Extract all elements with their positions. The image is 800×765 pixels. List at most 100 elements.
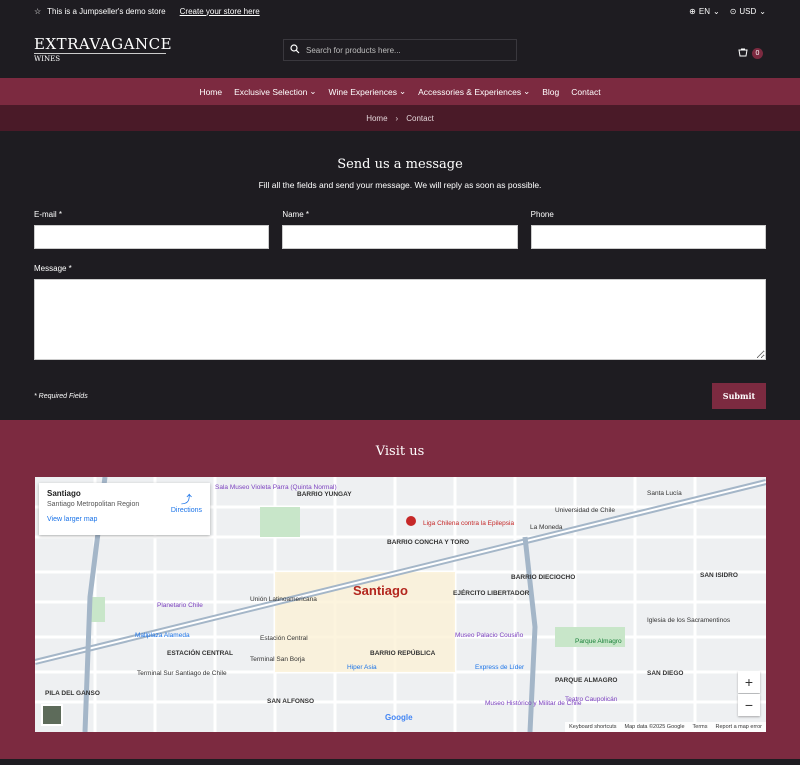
map-label: Planetario Chile <box>157 602 203 609</box>
keyboard-shortcuts-link[interactable]: Keyboard shortcuts <box>569 724 616 730</box>
map-label: Museo Palacio Cousiño <box>455 632 524 639</box>
cart-icon <box>738 44 748 62</box>
nav-label: Blog <box>542 86 560 97</box>
demo-notice: This is a Jumpseller's demo store <box>47 6 166 16</box>
breadcrumb-current: Contact <box>406 113 434 123</box>
map-label: Liga Chilena contra la Epilepsia <box>423 520 514 527</box>
chevron-down-icon: ⌄ <box>759 6 766 16</box>
map-label: BARRIO CONCHA Y TORO <box>387 539 469 546</box>
message-field[interactable] <box>34 279 766 360</box>
footer-strip <box>0 759 800 765</box>
create-store-link[interactable]: Create your store here <box>180 7 260 16</box>
top-bar: ☆ This is a Jumpseller's demo store Crea… <box>0 0 800 22</box>
required-note: * Required Fields <box>34 392 88 400</box>
map-label: Unión Latinoamericana <box>250 596 317 603</box>
directions-button[interactable]: ⤴ Directions <box>171 491 202 514</box>
map-label: Express de Líder <box>475 664 525 671</box>
main-nav: Home Exclusive Selection ⌄ Wine Experienc… <box>0 78 800 105</box>
chevron-down-icon: ⌄ <box>399 86 407 96</box>
chevron-down-icon: ⌄ <box>523 86 531 96</box>
map-label: Terminal San Borja <box>250 656 305 663</box>
map-info-card: Santiago Santiago Metropolitan Region Vi… <box>39 483 210 535</box>
phone-label: Phone <box>530 210 554 219</box>
map-label: Hiper Asia <box>347 664 377 671</box>
nav-label: Home <box>199 86 223 97</box>
map-label: La Moneda <box>530 524 563 531</box>
map-label: SAN DIEGO <box>647 670 683 677</box>
email-field[interactable] <box>34 225 270 249</box>
nav-item-exclusive-selection[interactable]: Exclusive Selection ⌄ <box>234 86 316 97</box>
logo-brand: EXTRAVAGANCE <box>34 35 173 53</box>
breadcrumb-home[interactable]: Home <box>366 114 387 123</box>
map-label: Museo Histórico y Militar de Chile <box>485 700 582 707</box>
search-icon[interactable] <box>290 41 300 59</box>
report-error-link[interactable]: Report a map error <box>716 724 762 730</box>
header: EXTRAVAGANCE WINES 0 <box>0 22 800 78</box>
currency-selector[interactable]: ⊙ USD ⌄ <box>730 7 766 16</box>
logo[interactable]: EXTRAVAGANCE WINES <box>34 37 174 63</box>
map-label: BARRIO REPÚBLICA <box>370 648 436 657</box>
search-box <box>283 39 517 61</box>
map-label: Parque Almagro <box>575 638 622 645</box>
visit-section: Visit us Santiago BARRIO YUNGAY BARRIO C… <box>0 420 800 759</box>
message-label: Message * <box>34 264 72 273</box>
map-city-label: Santiago <box>353 583 408 598</box>
map-label: PARQUE ALMAGRO <box>555 677 617 684</box>
logo-sub: WINES <box>34 53 166 63</box>
map-label: SAN ISIDRO <box>700 572 738 579</box>
satellite-toggle[interactable] <box>41 704 63 726</box>
directions-icon: ⤴ <box>180 494 192 506</box>
language-selector[interactable]: ⊕ EN ⌄ <box>689 7 720 16</box>
chevron-down-icon: ⌄ <box>713 6 720 16</box>
map[interactable]: Santiago BARRIO YUNGAY BARRIO CONCHA Y T… <box>35 477 766 732</box>
nav-item-home[interactable]: Home <box>199 87 222 97</box>
nav-item-wine-experiences[interactable]: Wine Experiences ⌄ <box>328 86 406 97</box>
contact-form: Send us a message Fill all the fields an… <box>0 131 800 419</box>
map-label: Universidad de Chile <box>555 507 615 514</box>
map-data-text: Map data ©2025 Google <box>624 724 685 730</box>
nav-label: Wine Experiences <box>328 86 397 97</box>
map-label: SAN ALFONSO <box>267 698 314 705</box>
submit-button[interactable]: Submit <box>712 383 766 409</box>
map-label: Estación Central <box>260 635 308 642</box>
chevron-right-icon: › <box>395 113 399 123</box>
zoom-out-button[interactable]: − <box>738 694 760 716</box>
map-label: Terminal Sur Santiago de Chile <box>137 670 227 677</box>
nav-item-blog[interactable]: Blog <box>542 87 559 97</box>
language-value: EN <box>698 6 710 16</box>
map-label: Iglesia de los Sacramentinos <box>647 617 731 624</box>
nav-label: Accessories & Experiences <box>418 86 522 97</box>
form-subtitle: Fill all the fields and send your messag… <box>258 180 542 190</box>
name-field[interactable] <box>282 225 518 249</box>
phone-field[interactable] <box>530 225 766 249</box>
map-label: Sala Museo Violeta Parra (Quinta Normal) <box>215 484 337 491</box>
nav-item-contact[interactable]: Contact <box>571 87 600 97</box>
currency-icon: ⊙ <box>729 6 737 16</box>
zoom-in-button[interactable]: + <box>738 671 760 693</box>
star-icon: ☆ <box>34 6 42 16</box>
breadcrumb: Home › Contact <box>0 105 800 131</box>
map-label: ESTACIÓN CENTRAL <box>167 648 233 657</box>
terms-link[interactable]: Terms <box>693 724 708 730</box>
currency-value: USD <box>739 6 757 16</box>
map-label: Santa Lucía <box>647 490 682 497</box>
globe-icon: ⊕ <box>689 6 696 16</box>
name-label: Name * <box>282 210 310 219</box>
map-label: Mallplaza Alameda <box>135 632 190 639</box>
google-logo: Google <box>385 713 413 722</box>
map-label: PILA DEL GANSO <box>45 690 100 697</box>
search-input[interactable] <box>306 45 506 55</box>
directions-label: Directions <box>170 507 202 514</box>
cart-count-badge: 0 <box>752 47 763 59</box>
visit-title: Visit us <box>375 444 425 459</box>
view-larger-map-link[interactable]: View larger map <box>47 516 202 523</box>
map-label: EJÉRCITO LIBERTADOR <box>453 588 530 597</box>
cart-button[interactable]: 0 <box>738 44 763 62</box>
nav-label: Exclusive Selection <box>234 86 308 97</box>
email-label: E-mail * <box>34 210 63 219</box>
chevron-down-icon: ⌄ <box>309 86 317 96</box>
form-title: Send us a message <box>337 157 463 172</box>
nav-label: Contact <box>571 86 601 97</box>
nav-item-accessories[interactable]: Accessories & Experiences ⌄ <box>418 86 530 97</box>
map-label: BARRIO YUNGAY <box>297 491 352 498</box>
